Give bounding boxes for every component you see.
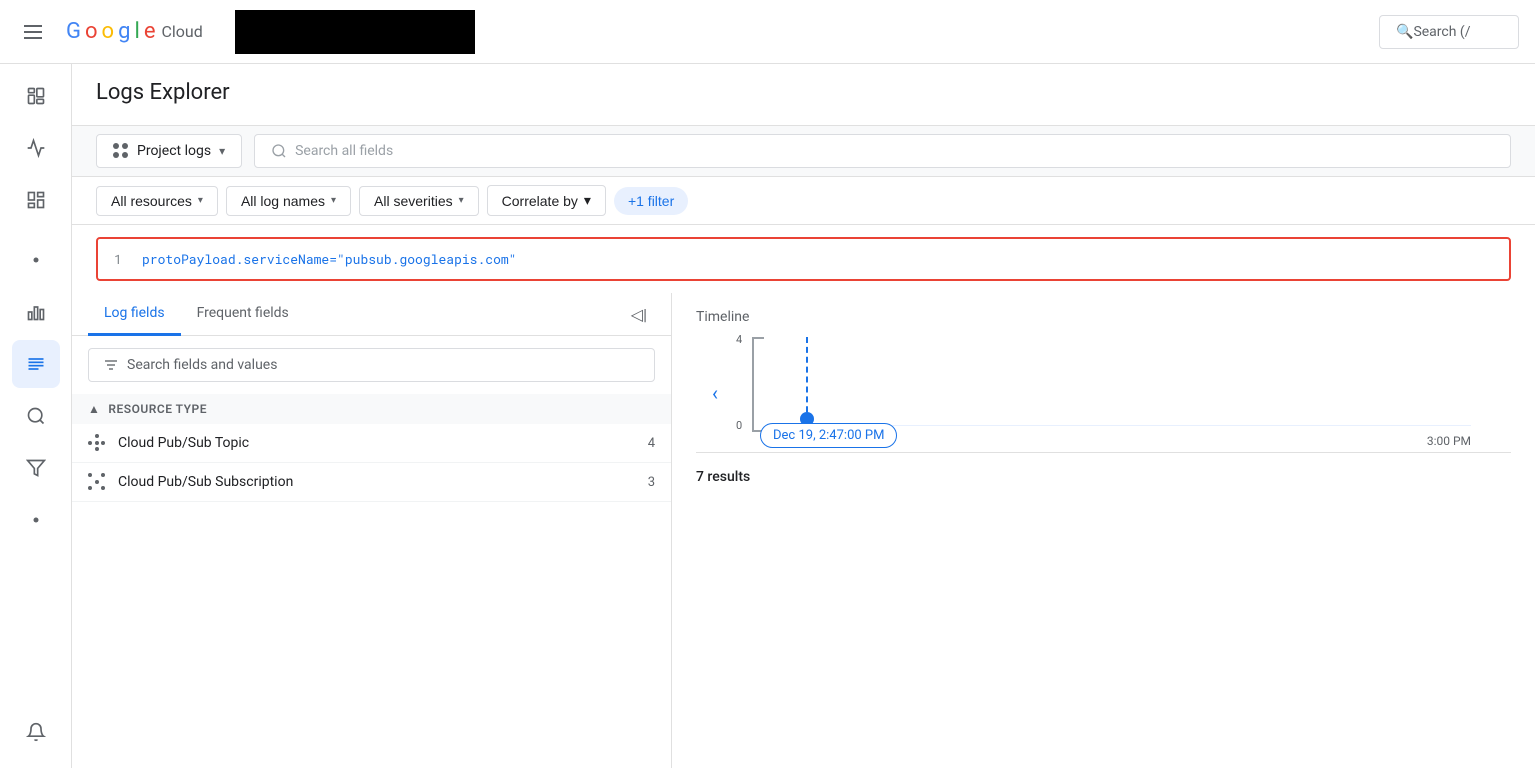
results-label: 7 results xyxy=(696,469,1511,485)
tab-frequent-fields[interactable]: Frequent fields xyxy=(181,293,305,336)
logo-o2: o xyxy=(102,19,115,44)
query-operator: = xyxy=(329,250,337,268)
logo-o1: o xyxy=(85,19,98,44)
nav-metrics[interactable] xyxy=(12,124,60,172)
all-severities-label: All severities xyxy=(374,193,453,209)
tab-log-fields[interactable]: Log fields xyxy=(88,293,181,336)
query-value: "pubsub.googleapis.com" xyxy=(337,250,516,268)
nav-home[interactable] xyxy=(12,72,60,120)
nav-notifications[interactable] xyxy=(12,708,60,756)
search-icon: 🔍 xyxy=(1396,24,1413,40)
search-all-fields[interactable]: Search all fields xyxy=(254,134,1511,168)
pubsub-topic-icon xyxy=(88,434,106,452)
all-log-names-button[interactable]: All log names ▾ xyxy=(226,186,351,216)
correlate-by-label: Correlate by xyxy=(502,193,578,209)
timeline-y-max: 4 xyxy=(736,333,742,346)
left-panel: Log fields Frequent fields ◁| Search fie… xyxy=(72,293,672,768)
nav-filter[interactable] xyxy=(12,444,60,492)
project-selector[interactable]: Project logs ▾ xyxy=(96,134,242,168)
filter-icon xyxy=(103,357,119,373)
global-search[interactable]: 🔍 Search (/ xyxy=(1379,15,1519,49)
right-panel: Timeline ‹ 4 0 Dec 19, 2:47:00 PM 3:00 P… xyxy=(672,293,1535,768)
timeline-y-axis: 4 0 xyxy=(736,333,742,432)
side-nav xyxy=(0,64,72,768)
timeline-time-label: 3:00 PM xyxy=(1427,434,1471,448)
collapse-panel-button[interactable]: ◁| xyxy=(623,301,655,328)
nav-logs[interactable] xyxy=(12,340,60,388)
top-bar: Google Cloud 🔍 Search (/ xyxy=(0,0,1535,64)
hamburger-menu[interactable] xyxy=(16,17,50,47)
project-dots-icon xyxy=(113,143,129,159)
filter-chip-button[interactable]: +1 filter xyxy=(614,187,688,215)
search-all-icon xyxy=(271,143,287,159)
all-resources-label: All resources xyxy=(111,193,192,209)
pubsub-sub-icon xyxy=(88,473,106,491)
timeline-nav-back[interactable]: ‹ xyxy=(712,381,718,405)
nav-search[interactable] xyxy=(12,392,60,440)
project-label: Project logs xyxy=(137,143,211,159)
tabs-row: Log fields Frequent fields ◁| xyxy=(72,293,671,336)
search-fields-box[interactable]: Search fields and values xyxy=(88,348,655,382)
nav-dot1[interactable] xyxy=(12,236,60,284)
all-log-names-label: All log names xyxy=(241,193,325,209)
resource-item-topic[interactable]: Cloud Pub/Sub Topic 4 xyxy=(72,424,671,463)
nav-charts[interactable] xyxy=(12,288,60,336)
timeline-tooltip-text: Dec 19, 2:47:00 PM xyxy=(773,428,884,443)
logo-g2: g xyxy=(118,19,130,44)
timeline-area[interactable]: ‹ 4 0 Dec 19, 2:47:00 PM 3:00 PM xyxy=(696,333,1511,453)
logo-e: e xyxy=(144,19,156,44)
nav-dashboards[interactable] xyxy=(12,176,60,224)
page-title: Logs Explorer xyxy=(96,80,1511,105)
cloud-label: Cloud xyxy=(161,22,202,41)
query-content: protoPayload.serviceName="pubsub.googlea… xyxy=(142,250,516,268)
all-resources-chevron: ▾ xyxy=(198,195,203,206)
all-severities-chevron: ▾ xyxy=(459,195,464,206)
search-all-placeholder: Search all fields xyxy=(295,143,393,159)
resource-item-subscription[interactable]: Cloud Pub/Sub Subscription 3 xyxy=(72,463,671,502)
resource-type-label: RESOURCE TYPE xyxy=(108,402,207,416)
logo-g: G xyxy=(66,19,81,44)
page-header: Logs Explorer xyxy=(72,64,1535,126)
chevron-up-icon: ▲ xyxy=(88,402,100,416)
logo-l: l xyxy=(134,19,139,44)
toolbar-row: All resources ▾ All log names ▾ All seve… xyxy=(72,177,1535,225)
all-severities-button[interactable]: All severities ▾ xyxy=(359,186,479,216)
query-line-number: 1 xyxy=(114,250,130,268)
project-chevron: ▾ xyxy=(219,144,225,158)
correlate-by-button[interactable]: Correlate by ▾ xyxy=(487,185,606,216)
google-logo: Google Cloud xyxy=(66,19,203,44)
filter-chip-label: +1 filter xyxy=(628,193,674,209)
resource-type-header[interactable]: ▲ RESOURCE TYPE xyxy=(72,394,671,424)
top-bar-left: Google Cloud xyxy=(16,10,475,54)
resource-item-topic-name: Cloud Pub/Sub Topic xyxy=(118,435,249,451)
all-log-names-chevron: ▾ xyxy=(331,195,336,206)
search-fields-placeholder: Search fields and values xyxy=(127,357,277,373)
all-resources-button[interactable]: All resources ▾ xyxy=(96,186,218,216)
correlate-chevron: ▾ xyxy=(584,192,591,209)
resource-item-sub-name: Cloud Pub/Sub Subscription xyxy=(118,474,293,490)
query-field: protoPayload.serviceName xyxy=(142,250,329,268)
query-editor[interactable]: 1 protoPayload.serviceName="pubsub.googl… xyxy=(96,237,1511,281)
timeline-label: Timeline xyxy=(696,309,1511,325)
timeline-y-min: 0 xyxy=(736,419,742,432)
nav-dot2[interactable] xyxy=(12,496,60,544)
timeline-tooltip[interactable]: Dec 19, 2:47:00 PM xyxy=(760,423,897,448)
resource-item-sub-count: 3 xyxy=(648,475,655,490)
main-content: Logs Explorer Project logs ▾ Search all … xyxy=(72,64,1535,768)
filter-bar: Project logs ▾ Search all fields xyxy=(72,126,1535,177)
resource-item-topic-count: 4 xyxy=(648,436,655,451)
global-search-label: Search (/ xyxy=(1413,24,1470,40)
bottom-panel: Log fields Frequent fields ◁| Search fie… xyxy=(72,293,1535,768)
project-selector-box[interactable] xyxy=(235,10,475,54)
timeline-bracket xyxy=(752,337,764,432)
